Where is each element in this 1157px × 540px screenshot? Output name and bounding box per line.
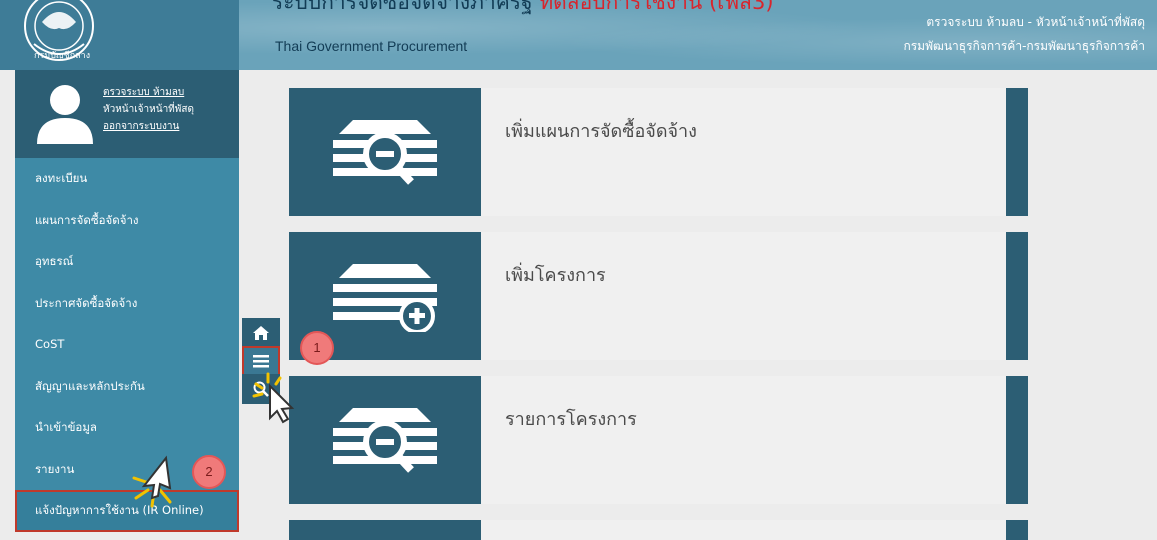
profile-name-link[interactable]: ตรวจระบบ ห้ามลบ [103, 84, 194, 101]
document-add-icon [333, 264, 437, 332]
card-project-list[interactable]: รายการโครงการ [289, 376, 1028, 504]
sidebar-item-ir-online[interactable]: แจ้งปัญหาการใช้งาน (IR Online) [15, 490, 239, 532]
card-icon-container [289, 88, 481, 216]
card-edge [1006, 88, 1028, 216]
system-subtitle: Thai Government Procurement [275, 38, 468, 54]
card-label: รายการโครงการ [505, 409, 637, 430]
step-badge-1: 1 [300, 331, 334, 365]
click-pointer-icon [132, 455, 172, 508]
profile-text: ตรวจระบบ ห้ามลบ หัวหน้าเจ้าหน้าที่พัสดุ … [103, 84, 194, 135]
sidebar-item-procurement-plan[interactable]: แผนการจัดซื้อจัดจ้าง [15, 200, 239, 242]
profile-role: หัวหน้าเจ้าหน้าที่พัสดุ [103, 104, 194, 115]
hamburger-menu-icon [253, 355, 269, 368]
header-user-info: ตรวจระบบ ห้ามลบ - หัวหน้าเจ้าหน้าที่พัสด… [926, 15, 1145, 29]
home-button[interactable] [242, 318, 280, 348]
card-label: เพิ่มโครงการ [505, 265, 606, 286]
system-title: ระบบการจัดซื้อจัดจ้างภาครัฐ ทดสอบการใช้ง… [272, 0, 774, 19]
user-profile: ตรวจระบบ ห้ามลบ หัวหน้าเจ้าหน้าที่พัสดุ … [15, 70, 239, 158]
government-seal-logo: กรมบัญชีกลาง [24, 0, 94, 61]
card-add-procurement-plan[interactable]: เพิ่มแผนการจัดซื้อจัดจ้าง [289, 88, 1028, 216]
document-search-icon [333, 408, 437, 473]
card-partial[interactable] [289, 520, 1028, 540]
card-label: เพิ่มแผนการจัดซื้อจัดจ้าง [505, 121, 697, 142]
card-edge [1006, 520, 1028, 540]
sidebar-item-contract[interactable]: สัญญาและหลักประกัน [15, 366, 239, 408]
seal-text: กรมบัญชีกลาง [34, 50, 90, 61]
logout-link[interactable]: ออกจากระบบงาน [103, 118, 194, 135]
sidebar-item-announcement[interactable]: ประกาศจัดซื้อจัดจ้าง [15, 283, 239, 325]
card-edge [1006, 232, 1028, 360]
seal-area: กรมบัญชีกลาง [0, 0, 239, 70]
header-department: กรมพัฒนาธุรกิจการค้า-กรมพัฒนาธุรกิจการค้… [903, 39, 1145, 53]
card-add-project[interactable]: เพิ่มโครงการ [289, 232, 1028, 360]
step-badge-2: 2 [192, 455, 226, 489]
header: กรมบัญชีกลาง ระบบการจัดซื้อจัดจ้างภาครัฐ… [0, 0, 1157, 70]
click-pointer-icon [252, 372, 295, 424]
system-title-highlight: ทดสอบการใช้งาน (เฟส3) [539, 0, 774, 14]
document-search-icon [333, 120, 437, 185]
card-edge [1006, 376, 1028, 504]
system-title-main: ระบบการจัดซื้อจัดจ้างภาครัฐ [272, 0, 533, 14]
avatar-icon [37, 85, 93, 144]
card-icon-container [289, 376, 481, 504]
sidebar-item-appeal[interactable]: อุทธรณ์ [15, 241, 239, 283]
sidebar-item-import[interactable]: นำเข้าข้อมูล [15, 407, 239, 449]
card-icon-container [289, 520, 481, 540]
home-icon [253, 326, 269, 340]
sidebar-item-cost[interactable]: CoST [15, 324, 239, 366]
sidebar-item-register[interactable]: ลงทะเบียน [15, 158, 239, 200]
